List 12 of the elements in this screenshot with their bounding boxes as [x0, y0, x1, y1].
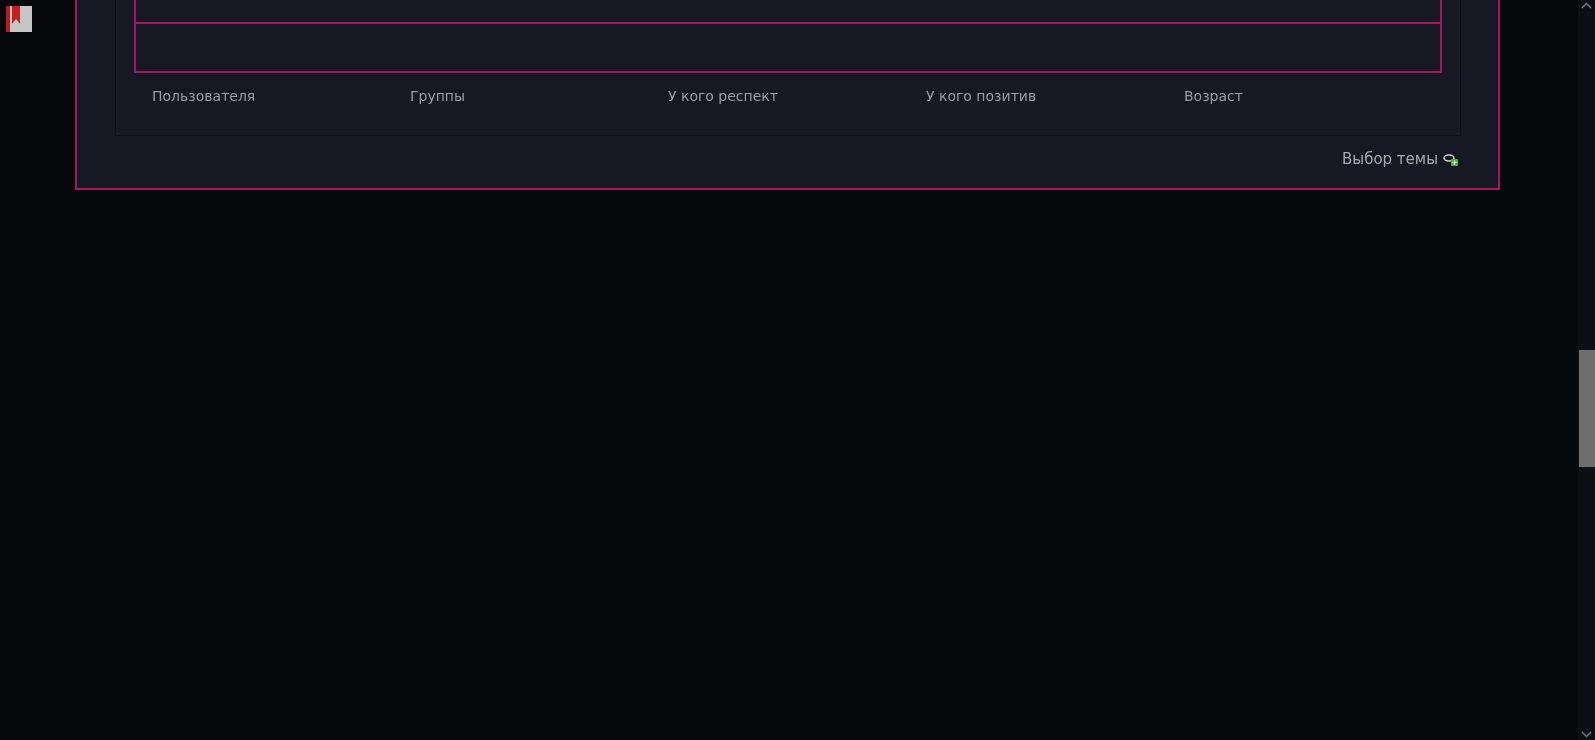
scroll-down-icon[interactable]: [1581, 731, 1592, 738]
theme-link[interactable]: Выбор темы: [1342, 150, 1438, 168]
column-label: Возраст: [1184, 88, 1243, 104]
column-label: У кого позитив: [926, 88, 1037, 104]
bookmark-icon[interactable]: [6, 6, 32, 32]
column-label: Группы: [410, 88, 466, 104]
column-label: Пользователя: [152, 88, 256, 104]
column-label: У кого респект: [668, 88, 778, 104]
scrollbar-thumb[interactable]: [1579, 350, 1595, 467]
scroll-up-icon[interactable]: [1581, 2, 1592, 9]
palette-icon[interactable]: [1443, 152, 1458, 166]
scrollbar[interactable]: [1578, 0, 1595, 740]
